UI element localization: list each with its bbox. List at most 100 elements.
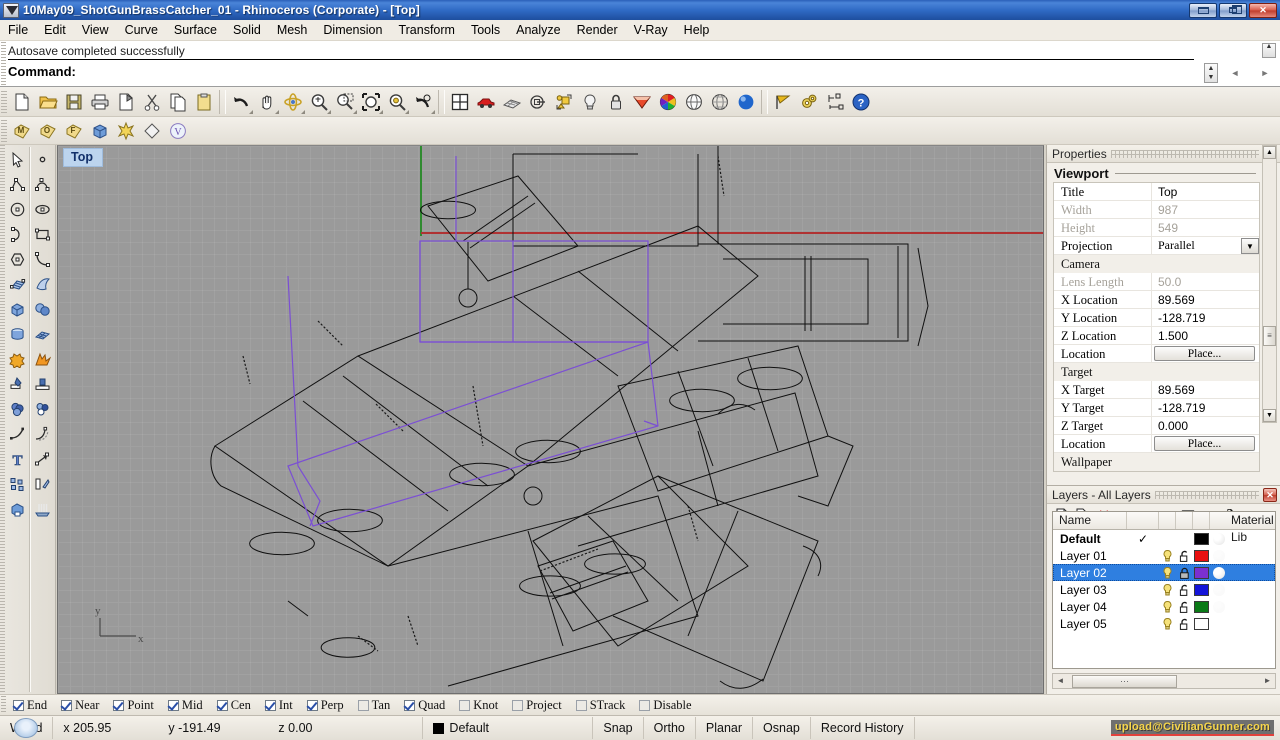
- osnap-cen[interactable]: Cen: [210, 698, 258, 713]
- property-row-y-location[interactable]: Y Location -128.719: [1054, 309, 1259, 327]
- shade-icon[interactable]: [629, 89, 655, 115]
- layer-state-icon[interactable]: [525, 89, 551, 115]
- property-row-camera-location[interactable]: Location Place...: [1054, 345, 1259, 363]
- layer-lock-icon[interactable]: [1176, 549, 1193, 563]
- menu-surface[interactable]: Surface: [166, 21, 225, 39]
- status-current-layer[interactable]: Default: [423, 717, 593, 739]
- osnap-strack[interactable]: STrack: [569, 698, 633, 713]
- osnap-end[interactable]: End: [6, 698, 54, 713]
- properties-scroll-up-button[interactable]: ▲: [1263, 146, 1276, 159]
- status-planar-toggle[interactable]: Planar: [696, 717, 753, 739]
- light-bulb-icon[interactable]: [577, 89, 603, 115]
- command-area-grip[interactable]: [1, 42, 6, 86]
- menu-render[interactable]: Render: [569, 21, 626, 39]
- projection-dropdown[interactable]: Parallel ▼: [1152, 237, 1259, 254]
- column-header-visible[interactable]: [1159, 512, 1176, 529]
- menu-file[interactable]: File: [0, 21, 36, 39]
- layer-visible-icon[interactable]: [1159, 600, 1176, 614]
- layer-lock-icon[interactable]: [1176, 600, 1193, 614]
- curve-degree-icon[interactable]: [30, 247, 55, 272]
- checkbox[interactable]: [265, 700, 276, 711]
- column-header-current[interactable]: [1127, 512, 1159, 529]
- layer-visible-icon[interactable]: [1159, 549, 1176, 563]
- split-icon[interactable]: [30, 372, 55, 397]
- select-arrow-icon[interactable]: [5, 147, 30, 172]
- column-header-material[interactable]: [1210, 512, 1228, 529]
- menu-mesh[interactable]: Mesh: [269, 21, 316, 39]
- cut-icon[interactable]: [139, 89, 165, 115]
- render-preview-icon[interactable]: [733, 89, 759, 115]
- boolean-spheres-icon[interactable]: [5, 397, 30, 422]
- zoom-window-icon[interactable]: [332, 89, 358, 115]
- checkbox[interactable]: [13, 700, 24, 711]
- checkbox[interactable]: [512, 700, 523, 711]
- camera-place-button[interactable]: Place...: [1154, 346, 1255, 361]
- property-row-y-target[interactable]: Y Target -128.719: [1054, 399, 1259, 417]
- cylinder-icon[interactable]: [5, 322, 30, 347]
- point-icon[interactable]: [30, 147, 55, 172]
- table-row[interactable]: Layer 04: [1053, 598, 1275, 615]
- solid-tools-icon[interactable]: [5, 497, 30, 522]
- paste-icon[interactable]: [191, 89, 217, 115]
- checkbox[interactable]: [61, 700, 72, 711]
- menu-curve[interactable]: Curve: [117, 21, 166, 39]
- property-row-target-location[interactable]: Location Place...: [1054, 435, 1259, 453]
- text-tool-icon[interactable]: T: [5, 447, 30, 472]
- property-row-z-target[interactable]: Z Target 0.000: [1054, 417, 1259, 435]
- property-value[interactable]: -128.719: [1152, 309, 1259, 326]
- undo-icon[interactable]: [228, 89, 254, 115]
- menu-analyze[interactable]: Analyze: [508, 21, 568, 39]
- command-prompt-input[interactable]: Command:: [8, 62, 1194, 82]
- explode-icon[interactable]: [30, 347, 55, 372]
- menu-solid[interactable]: Solid: [225, 21, 269, 39]
- menu-vray[interactable]: V-Ray: [626, 21, 676, 39]
- property-row-z-location[interactable]: Z Location 1.500: [1054, 327, 1259, 345]
- flag-icon[interactable]: [770, 89, 796, 115]
- copy-icon[interactable]: [165, 89, 191, 115]
- surface-grid-icon[interactable]: [5, 272, 30, 297]
- properties-scroll-down-button[interactable]: ▼: [1263, 409, 1276, 422]
- new-file-icon[interactable]: [9, 89, 35, 115]
- layer-name[interactable]: Layer 01: [1053, 549, 1127, 563]
- layers-horizontal-scrollbar[interactable]: ◄ ⋯ ►: [1052, 673, 1276, 689]
- main-toolbar-grip[interactable]: [1, 91, 7, 113]
- render-car-icon[interactable]: [473, 89, 499, 115]
- checkbox[interactable]: [168, 700, 179, 711]
- command-prev-button[interactable]: ◄: [1226, 63, 1244, 83]
- curve-icon[interactable]: [30, 172, 55, 197]
- layer-current-check[interactable]: ✓: [1127, 532, 1159, 546]
- checkbox[interactable]: [404, 700, 415, 711]
- top-viewport[interactable]: Top: [57, 145, 1044, 694]
- undo-view-icon[interactable]: [410, 89, 436, 115]
- save-file-icon[interactable]: [61, 89, 87, 115]
- property-row-projection[interactable]: Projection Parallel ▼: [1054, 237, 1259, 255]
- property-value[interactable]: -128.719: [1152, 399, 1259, 416]
- layer-visible-icon[interactable]: [1159, 583, 1176, 597]
- layer-visible-icon[interactable]: [1159, 566, 1176, 580]
- layer-material-icon[interactable]: [1210, 533, 1228, 545]
- property-value[interactable]: 0.000: [1152, 417, 1259, 434]
- polyline-icon[interactable]: [5, 172, 30, 197]
- layer-name[interactable]: Layer 04: [1053, 600, 1127, 614]
- offset-curve-icon[interactable]: [30, 422, 55, 447]
- restore-button[interactable]: [1219, 3, 1247, 18]
- layer-name[interactable]: Layer 05: [1053, 617, 1127, 631]
- osnap-quad[interactable]: Quad: [397, 698, 452, 713]
- help-icon[interactable]: ?: [848, 89, 874, 115]
- tag-o-icon[interactable]: O: [35, 118, 61, 144]
- arc-icon[interactable]: [5, 222, 30, 247]
- blue-box-icon[interactable]: [87, 118, 113, 144]
- osnap-int[interactable]: Int: [258, 698, 300, 713]
- layer-material-icon[interactable]: [1210, 601, 1228, 613]
- command-next-button[interactable]: ►: [1256, 63, 1274, 83]
- table-row[interactable]: Layer 01: [1053, 547, 1275, 564]
- close-button[interactable]: ✕: [1249, 3, 1277, 18]
- layer-visible-icon[interactable]: [1159, 617, 1176, 631]
- checkbox[interactable]: [358, 700, 369, 711]
- v-circle-icon[interactable]: V: [165, 118, 191, 144]
- layer-color-swatch[interactable]: [1193, 584, 1210, 596]
- target-place-button[interactable]: Place...: [1154, 436, 1255, 451]
- zoom-in-out-icon[interactable]: [306, 89, 332, 115]
- layer-material-icon[interactable]: [1210, 567, 1228, 579]
- property-value[interactable]: 89.569: [1152, 291, 1259, 308]
